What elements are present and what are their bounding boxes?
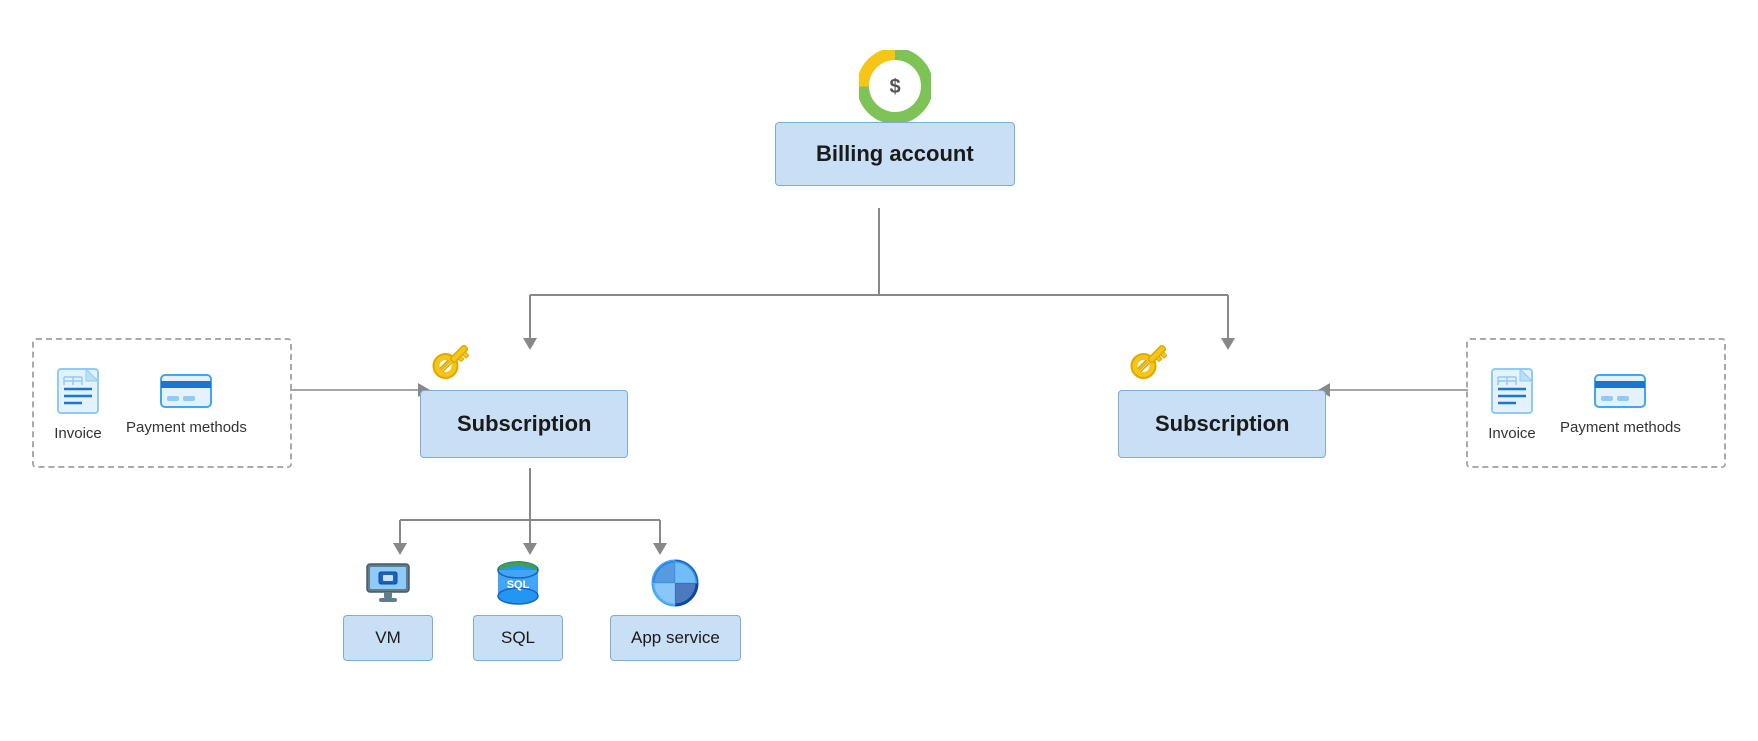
appservice-icon-wrap — [647, 555, 703, 611]
svg-text:SQL: SQL — [507, 579, 530, 591]
vm-icon-wrap — [360, 555, 416, 611]
appservice-resource-node: App service — [610, 555, 741, 661]
vm-label: VM — [375, 628, 401, 647]
right-payment-icon — [1593, 371, 1647, 411]
right-subscription-node: Subscription — [1118, 340, 1326, 458]
svg-text:$: $ — [889, 76, 900, 98]
sql-icon: SQL — [491, 556, 545, 610]
left-payment-label: Payment methods — [126, 419, 247, 436]
vm-resource-node: VM — [343, 555, 433, 661]
right-subscription-box: Subscription — [1118, 390, 1326, 458]
left-payment-icon — [159, 371, 213, 411]
left-subscription-node: Subscription — [420, 340, 628, 458]
right-side-box: Invoice Payment methods — [1466, 338, 1726, 468]
left-payment-item: Payment methods — [126, 371, 247, 436]
billing-account-icon: $ — [859, 50, 931, 122]
sql-icon-wrap: SQL — [490, 555, 546, 611]
left-invoice-icon — [54, 365, 102, 417]
diagram-container: $ Billing account Sub — [0, 0, 1758, 741]
sql-resource-node: SQL SQL — [473, 555, 563, 661]
left-subscription-box: Subscription — [420, 390, 628, 458]
vm-box: VM — [343, 615, 433, 661]
right-payment-label: Payment methods — [1560, 419, 1681, 436]
billing-account-label: Billing account — [816, 141, 974, 166]
sql-box: SQL — [473, 615, 563, 661]
vm-icon — [361, 556, 415, 610]
appservice-label: App service — [631, 628, 720, 647]
appservice-icon — [648, 556, 702, 610]
right-payment-item: Payment methods — [1560, 371, 1681, 436]
sql-label: SQL — [501, 628, 535, 647]
left-invoice-item: Invoice — [54, 365, 102, 442]
left-subscription-label: Subscription — [457, 411, 591, 436]
left-invoice-label: Invoice — [54, 425, 102, 442]
left-side-box: Invoice Payment methods — [32, 338, 292, 468]
right-invoice-item: Invoice — [1488, 365, 1536, 442]
billing-account-box: Billing account — [775, 122, 1015, 186]
billing-account-node: $ Billing account — [775, 50, 1015, 186]
right-invoice-icon — [1488, 365, 1536, 417]
appservice-box: App service — [610, 615, 741, 661]
right-invoice-label: Invoice — [1488, 425, 1536, 442]
right-subscription-label: Subscription — [1155, 411, 1289, 436]
